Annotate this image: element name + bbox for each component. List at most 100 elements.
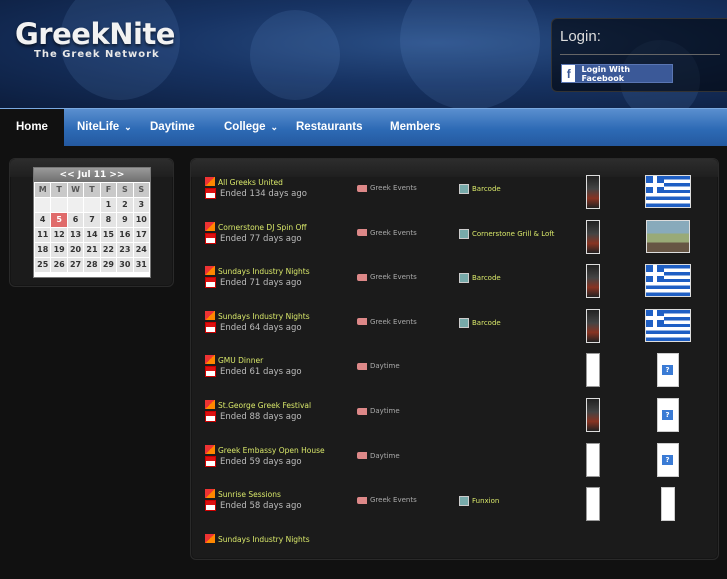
event-category[interactable]: Greek Events xyxy=(357,184,417,192)
main-nav: Home NiteLife ⌄ Daytime College ⌄ Restaura… xyxy=(0,108,727,146)
calendar-day[interactable]: 26 xyxy=(51,258,67,272)
event-status: Ended 61 days ago xyxy=(220,367,302,378)
calendar-day[interactable]: 19 xyxy=(51,243,67,257)
event-flyer[interactable] xyxy=(586,175,600,209)
event-title[interactable]: Cornerstone DJ Spin Off xyxy=(218,223,307,232)
event-category[interactable]: Greek Events xyxy=(357,496,417,504)
venue-icon xyxy=(459,273,469,284)
calendar-day[interactable]: 21 xyxy=(84,243,100,257)
facebook-icon: f xyxy=(562,65,576,82)
calendar-day[interactable]: 31 xyxy=(133,258,149,272)
event-flyer[interactable] xyxy=(586,398,600,432)
calendar-day[interactable]: 6 xyxy=(67,213,84,227)
chevron-down-icon: ⌄ xyxy=(270,122,279,132)
calendar-day[interactable]: 15 xyxy=(100,228,117,242)
facebook-login-button[interactable]: f Login With Facebook xyxy=(561,64,673,83)
nav-college[interactable]: College ⌄ xyxy=(224,109,278,146)
placeholder-image[interactable]: ? xyxy=(657,442,679,477)
calendar-day[interactable]: 28 xyxy=(84,258,100,272)
nav-daytime-label: Daytime xyxy=(150,121,195,133)
event-flyer[interactable] xyxy=(586,353,600,388)
calendar-day[interactable]: 1 xyxy=(100,198,117,212)
event-title[interactable]: Sunrise Sessions xyxy=(218,490,281,499)
calendar-weekday: M xyxy=(35,183,51,197)
event-icon xyxy=(205,400,215,409)
calendar-day[interactable]: 7 xyxy=(84,213,100,227)
event-venue[interactable]: Funxion xyxy=(459,496,499,507)
event-category[interactable]: Greek Events xyxy=(357,273,417,281)
header-decor xyxy=(250,10,340,100)
site-logo[interactable]: GreekNite xyxy=(15,17,175,51)
nav-daytime[interactable]: Daytime xyxy=(150,109,195,146)
calendar-day[interactable]: 3 xyxy=(133,198,149,212)
event-category[interactable]: Daytime xyxy=(357,452,400,460)
placeholder-image[interactable]: ? xyxy=(657,353,679,388)
question-icon: ? xyxy=(662,454,673,465)
calendar-day[interactable]: 13 xyxy=(67,228,84,242)
event-row: GMU Dinner Ended 61 days ago Daytime? xyxy=(205,353,705,400)
nav-restaurants-label: Restaurants xyxy=(296,121,363,133)
event-row: Cornerstone DJ Spin Off Ended 77 days ago… xyxy=(205,219,705,267)
calendar-day[interactable]: 24 xyxy=(133,243,149,257)
calendar-month-nav[interactable]: << Jul 11 >> xyxy=(34,168,150,182)
event-flyer[interactable] xyxy=(586,487,600,522)
event-venue[interactable]: Cornerstone Grill & Loft xyxy=(459,228,554,239)
calendar-day[interactable]: 20 xyxy=(67,243,84,257)
event-category-label: Greek Events xyxy=(370,228,417,237)
calendar-day[interactable]: 30 xyxy=(117,258,133,272)
calendar-day[interactable]: 25 xyxy=(35,258,51,272)
event-category[interactable]: Daytime xyxy=(357,362,400,370)
event-category[interactable]: Greek Events xyxy=(357,229,417,237)
calendar-day[interactable]: 10 xyxy=(133,213,149,227)
calendar-day[interactable]: 22 xyxy=(100,243,117,257)
calendar-day[interactable]: 2 xyxy=(117,198,133,212)
blank-image[interactable] xyxy=(661,487,675,522)
calendar-day[interactable]: 5 xyxy=(51,213,67,227)
calendar-day[interactable]: 14 xyxy=(84,228,100,242)
greek-flag-image[interactable] xyxy=(645,175,691,208)
calendar: << Jul 11 >> M T W T F S S 1 2 3 4 5 6 7 8 9 10 11 12 13 14 1… xyxy=(33,167,151,278)
event-flyer[interactable] xyxy=(586,442,600,477)
calendar-day[interactable]: 11 xyxy=(35,228,51,242)
venue-icon xyxy=(459,496,469,507)
placeholder-image[interactable]: ? xyxy=(657,398,679,432)
calendar-day[interactable]: 8 xyxy=(100,213,117,227)
event-venue[interactable]: Barcode xyxy=(459,184,501,194)
greek-flag-image[interactable] xyxy=(645,308,691,342)
calendar-day[interactable]: 12 xyxy=(51,228,67,242)
nav-restaurants[interactable]: Restaurants xyxy=(296,109,362,146)
event-category[interactable]: Greek Events xyxy=(357,318,417,326)
flag-cross xyxy=(646,176,664,193)
calendar-day[interactable]: 29 xyxy=(100,258,117,272)
greek-flag-image[interactable] xyxy=(645,264,691,298)
event-title[interactable]: Sundays Industry Nights xyxy=(218,535,310,544)
calendar-day[interactable]: 18 xyxy=(35,243,51,257)
event-flyer[interactable] xyxy=(586,219,600,254)
event-status: Ended 59 days ago xyxy=(220,456,302,467)
event-venue[interactable]: Barcode xyxy=(459,317,501,328)
nav-home[interactable]: Home xyxy=(0,109,64,146)
nav-nitelife[interactable]: NiteLife ⌄ xyxy=(77,109,132,146)
event-venue[interactable]: Barcode xyxy=(459,273,501,284)
nav-members[interactable]: Members xyxy=(390,109,441,146)
calendar-weekday: T xyxy=(51,183,67,197)
calendar-day[interactable]: 4 xyxy=(35,213,51,227)
event-title[interactable]: St.George Greek Festival xyxy=(218,401,311,410)
event-icon xyxy=(205,221,215,231)
calendar-day[interactable]: 9 xyxy=(117,213,133,227)
calendar-day[interactable]: 17 xyxy=(133,228,149,242)
calendar-day[interactable]: 27 xyxy=(67,258,84,272)
event-category-label: Greek Events xyxy=(370,273,417,282)
calendar-day[interactable]: 23 xyxy=(117,243,133,257)
event-icon xyxy=(205,489,215,499)
event-title[interactable]: Greek Embassy Open House xyxy=(218,446,325,455)
venue-photo[interactable] xyxy=(646,219,690,253)
event-title[interactable]: Sundays Industry Nights xyxy=(218,312,310,321)
event-title[interactable]: All Greeks United xyxy=(218,178,283,187)
event-flyer[interactable] xyxy=(586,264,600,299)
calendar-day[interactable]: 16 xyxy=(117,228,133,242)
event-category[interactable]: Daytime xyxy=(357,407,400,415)
event-title[interactable]: GMU Dinner xyxy=(218,356,263,365)
event-flyer[interactable] xyxy=(586,308,600,343)
event-title[interactable]: Sundays Industry Nights xyxy=(218,267,310,276)
